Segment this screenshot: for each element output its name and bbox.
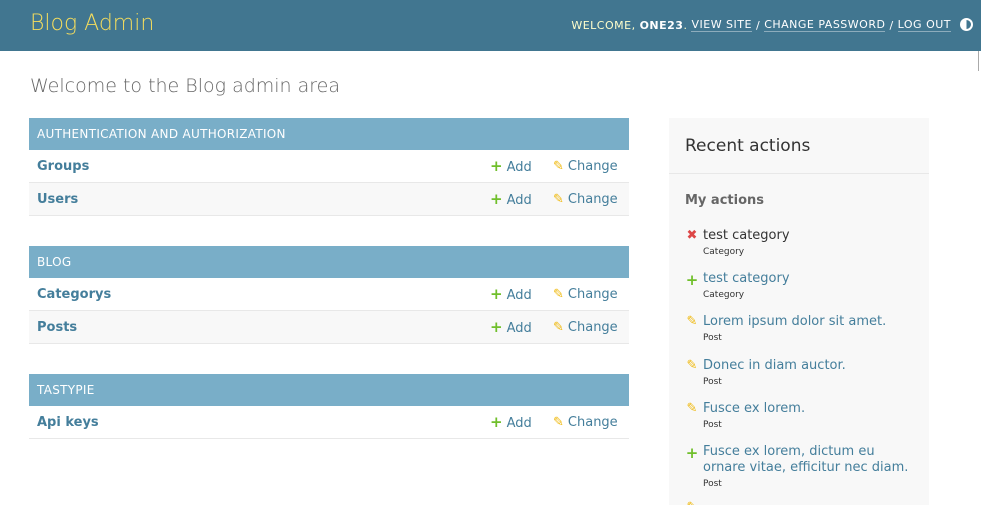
add-link[interactable]: + Add [490,318,532,336]
add-link[interactable]: + Add [490,190,532,208]
pencil-icon: ✎ [686,314,698,329]
add-icon: + [490,285,503,303]
add-label: Add [506,193,532,208]
add-label: Add [506,160,532,175]
pencil-icon: ✎ [553,319,564,335]
header: Blog Admin WELCOME, ONE23. VIEW SITE / C… [0,0,981,51]
model-link-users[interactable]: Users [37,192,78,207]
separator: / [755,18,761,32]
recent-actions-panel: Recent actions My actions ✖ test categor… [669,118,929,505]
pencil-icon: ✎ [686,358,698,373]
change-password-link[interactable]: CHANGE PASSWORD [764,18,886,32]
change-label: Change [567,191,618,207]
username: ONE23 [639,18,684,32]
add-icon: + [490,413,503,431]
separator: / [889,18,894,32]
page-title: Welcome to the Blog admin area [30,75,341,97]
action-link[interactable]: Fusce ex lorem, dictum eu ornare vitae, … [703,444,913,476]
welcome-text: WELCOME, [571,18,636,32]
model-link-posts[interactable]: Posts [37,320,77,335]
change-label: Change [567,414,618,430]
recent-actions-title: Recent actions [685,136,811,156]
pencil-icon: ✎ [553,158,564,174]
delete-icon: ✖ [686,228,698,243]
module-caption[interactable]: BLOG [29,246,629,278]
action-text: test category [703,228,790,243]
log-out-link[interactable]: LOG OUT [897,18,951,32]
site-brand[interactable]: Blog Admin [30,11,154,36]
module-tastypie: TASTYPIE Api keys + Add ✎ Change [29,374,629,439]
change-link[interactable]: ✎ Change [553,320,618,335]
add-icon: + [490,190,503,208]
add-label: Add [506,416,532,431]
user-tools: WELCOME, ONE23. VIEW SITE / CHANGE PASSW… [571,18,951,32]
add-label: Add [506,288,532,303]
model-row-groups: Groups + Add ✎ Change [29,150,629,183]
theme-toggle-icon[interactable] [960,18,973,31]
divider [669,173,929,174]
pencil-icon: ✎ [686,401,698,416]
module-caption[interactable]: TASTYPIE [29,374,629,406]
action-type: Category [703,290,745,300]
action-type: Category [703,247,745,257]
action-link[interactable]: Donec in diam auctor. [703,358,913,374]
model-row-categorys: Categorys + Add ✎ Change [29,278,629,311]
action-type: Post [703,333,722,343]
my-actions-heading: My actions [685,193,765,208]
change-label: Change [567,319,618,335]
module-blog: BLOG Categorys + Add ✎ Change Posts + Add ✎… [29,246,629,344]
model-row-api-keys: Api keys + Add ✎ Change [29,406,629,439]
change-link[interactable]: ✎ Change [553,192,618,207]
add-link[interactable]: + Add [490,413,532,431]
model-link-api-keys[interactable]: Api keys [37,415,99,430]
change-link[interactable]: ✎ Change [553,415,618,430]
model-row-users: Users + Add ✎ Change [29,183,629,216]
pencil-icon: ✎ [553,191,564,207]
action-link[interactable]: Lorem ipsum dolor sit amet. [703,314,913,330]
module-auth: AUTHENTICATION AND AUTHORIZATION Groups … [29,118,629,216]
add-icon: + [490,318,503,336]
add-icon: + [685,271,699,289]
action-link[interactable]: Fusce ex lorem. [703,401,913,417]
add-icon: + [685,444,699,462]
pencil-icon: ✎ [553,286,564,302]
add-link[interactable]: + Add [490,285,532,303]
model-link-categorys[interactable]: Categorys [37,287,111,302]
change-label: Change [567,286,618,302]
view-site-link[interactable]: VIEW SITE [691,18,752,32]
pencil-icon: ✎ [553,414,564,430]
add-icon: + [490,157,503,175]
change-label: Change [567,158,618,174]
action-link[interactable]: test category [703,271,913,287]
add-label: Add [506,321,532,336]
module-caption[interactable]: AUTHENTICATION AND AUTHORIZATION [29,118,629,150]
pencil-icon: ✎ [685,500,699,505]
change-link[interactable]: ✎ Change [553,287,618,302]
action-type: Post [703,377,722,387]
model-row-posts: Posts + Add ✎ Change [29,311,629,344]
change-link[interactable]: ✎ Change [553,159,618,174]
model-link-groups[interactable]: Groups [37,159,89,174]
action-type: Post [703,479,722,489]
add-link[interactable]: + Add [490,157,532,175]
action-type: Post [703,420,722,430]
